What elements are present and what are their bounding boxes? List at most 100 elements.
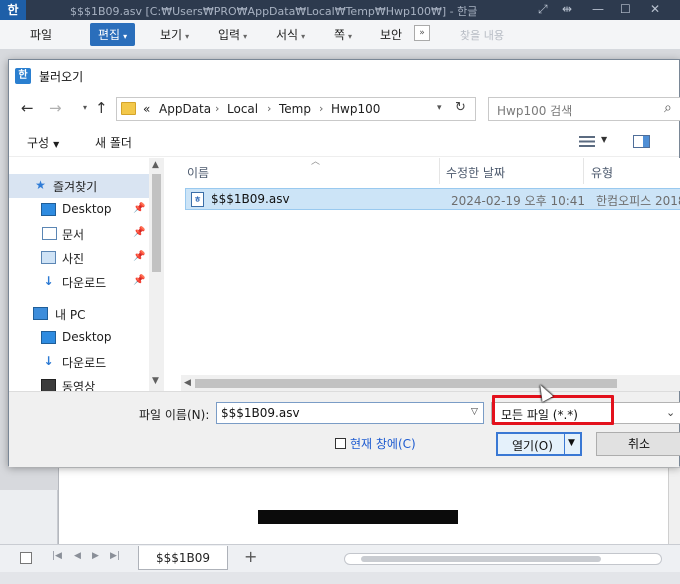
sidebar-item-label: 동영상 bbox=[62, 380, 96, 391]
document-tab[interactable]: $$$1B09 bbox=[138, 546, 228, 570]
sidebar-item-label: 다운로드 bbox=[62, 356, 107, 370]
scroll-left-icon[interactable]: ◀ bbox=[184, 378, 191, 388]
chevron-right-icon[interactable]: › bbox=[319, 102, 323, 115]
menu-edit[interactable]: 편집 ▾ bbox=[90, 23, 136, 46]
menu-file[interactable]: 파일 bbox=[30, 26, 52, 43]
current-window-checkbox[interactable] bbox=[335, 438, 346, 449]
open-options-caret-icon[interactable]: ▼ bbox=[568, 438, 575, 448]
document-content-block bbox=[258, 510, 458, 524]
breadcrumb-appdata[interactable]: AppData bbox=[159, 102, 211, 116]
menubar: 파일 편집 ▾ 보기 ▾ 입력 ▾ 서식 ▾ 쪽 ▾ 보안 » 찾을 내용 bbox=[0, 20, 680, 50]
document-horizontal-scrollbar[interactable] bbox=[344, 553, 662, 565]
menu-format[interactable]: 서식 ▾ bbox=[276, 26, 305, 43]
back-arrow-icon[interactable]: ← bbox=[21, 99, 34, 117]
download-icon: ↓ bbox=[43, 274, 54, 288]
address-history-chevron-icon[interactable]: ▾ bbox=[437, 103, 442, 113]
chevron-down-icon[interactable]: ⌄ bbox=[666, 406, 675, 419]
current-window-label[interactable]: 현재 창에(C) bbox=[350, 435, 416, 452]
menu-view[interactable]: 보기 ▾ bbox=[160, 26, 189, 43]
breadcrumb-local[interactable]: Local bbox=[227, 102, 258, 116]
scroll-thumb[interactable] bbox=[195, 379, 617, 388]
up-arrow-icon[interactable]: ↑ bbox=[95, 99, 108, 117]
menu-security[interactable]: 보안 bbox=[380, 26, 402, 43]
pin-icon: 📌 bbox=[133, 251, 146, 262]
statusbar bbox=[0, 572, 680, 584]
filename-value: $$$1B09.asv bbox=[221, 406, 300, 420]
hangul-logo-icon[interactable]: 한 bbox=[0, 0, 26, 20]
sidebar-item-downloads[interactable]: ↓ 다운로드 📌 bbox=[9, 270, 149, 294]
column-header-type[interactable]: 유형 bbox=[591, 164, 613, 181]
filename-input[interactable]: $$$1B09.asv ▽ bbox=[216, 402, 484, 424]
navigation-row: ← → ▾ ↑ « AppData › Local › Temp › Hwp10… bbox=[9, 93, 680, 125]
sidebar-item-label: 즐겨찾기 bbox=[53, 180, 98, 194]
chevron-right-icon[interactable]: › bbox=[215, 102, 219, 115]
column-divider[interactable] bbox=[583, 158, 584, 184]
view-options-icon[interactable] bbox=[579, 136, 595, 147]
layout-icon[interactable]: ⇹ bbox=[562, 2, 572, 16]
filename-label: 파일 이름(N): bbox=[139, 408, 210, 422]
sidebar-item-label: 사진 bbox=[62, 252, 85, 266]
tab-toggle-checkbox[interactable] bbox=[20, 552, 32, 564]
column-header-modified[interactable]: 수정한 날짜 bbox=[446, 164, 505, 181]
breadcrumb-overflow[interactable]: « bbox=[143, 102, 150, 116]
file-name: $$$1B09.asv bbox=[211, 192, 290, 206]
pictures-icon bbox=[41, 251, 56, 264]
sheet-tabbar: |◀ ◀ ▶ ▶| $$$1B09 + bbox=[0, 544, 680, 572]
chevron-down-icon: ▾ bbox=[348, 32, 353, 41]
search-icon[interactable]: ⌕ bbox=[664, 100, 672, 116]
open-button[interactable]: 열기(O) ▼ bbox=[496, 432, 582, 456]
prev-tab-icon[interactable]: ◀ bbox=[74, 551, 81, 561]
sidebar-item-videos[interactable]: 동영상 bbox=[9, 374, 149, 391]
chevron-right-icon[interactable]: › bbox=[267, 102, 271, 115]
file-row[interactable]: ㅎ $$$1B09.asv 2024-02-19 오후 10:41 한컴오피스 … bbox=[185, 188, 680, 210]
sidebar-item-this-pc[interactable]: 내 PC bbox=[9, 302, 149, 326]
chevron-down-icon[interactable]: ▼ bbox=[601, 135, 607, 144]
refresh-icon[interactable]: ↻ bbox=[455, 100, 466, 115]
scroll-thumb[interactable] bbox=[152, 174, 161, 272]
sidebar-item-desktop[interactable]: Desktop 📌 bbox=[9, 198, 149, 222]
file-type: 한컴오피스 2018 bbox=[596, 194, 680, 208]
new-folder-button[interactable]: 새 폴더 bbox=[95, 134, 132, 151]
scroll-up-icon[interactable]: ▲ bbox=[152, 160, 159, 170]
menu-page[interactable]: 쪽 ▾ bbox=[334, 26, 352, 43]
cancel-button[interactable]: 취소 bbox=[596, 432, 680, 456]
breadcrumb-temp[interactable]: Temp bbox=[279, 102, 311, 116]
chevron-down-icon[interactable]: ▽ bbox=[471, 407, 478, 417]
scroll-thumb[interactable] bbox=[361, 556, 601, 562]
minimize-icon[interactable]: — bbox=[592, 2, 604, 16]
search-input[interactable]: Hwp100 검색 ⌕ bbox=[488, 97, 680, 121]
menu-insert[interactable]: 입력 ▾ bbox=[218, 26, 247, 43]
navigation-scrollbar[interactable]: ▲ ▼ bbox=[149, 158, 164, 391]
column-divider[interactable] bbox=[439, 158, 440, 184]
recent-locations-chevron-icon[interactable]: ▾ bbox=[83, 103, 87, 112]
maximize-icon[interactable]: ☐ bbox=[620, 2, 631, 16]
more-menu-button[interactable]: » bbox=[414, 25, 430, 41]
hangul-app-icon: 한 bbox=[15, 68, 31, 84]
next-tab-icon[interactable]: ▶ bbox=[92, 551, 99, 561]
pin-icon: 📌 bbox=[133, 275, 146, 286]
forward-arrow-icon[interactable]: → bbox=[49, 99, 62, 117]
organize-button[interactable]: 구성 ▼ bbox=[27, 134, 59, 151]
sidebar-item-pictures[interactable]: 사진 📌 bbox=[9, 246, 149, 270]
first-tab-icon[interactable]: |◀ bbox=[52, 551, 62, 561]
last-tab-icon[interactable]: ▶| bbox=[110, 551, 120, 561]
menu-page-label: 쪽 bbox=[334, 28, 346, 42]
address-bar[interactable]: « AppData › Local › Temp › Hwp100 ▾ ↻ bbox=[116, 97, 476, 121]
sort-ascending-icon: ︿ bbox=[311, 157, 321, 167]
split-divider bbox=[564, 434, 565, 454]
breadcrumb-hwp100[interactable]: Hwp100 bbox=[331, 102, 380, 116]
sidebar-item-pc-downloads[interactable]: ↓ 다운로드 bbox=[9, 350, 149, 374]
sidebar-item-documents[interactable]: 문서 📌 bbox=[9, 222, 149, 246]
column-header-name[interactable]: 이름 bbox=[187, 164, 209, 181]
close-icon[interactable]: ✕ bbox=[650, 2, 660, 16]
scroll-down-icon[interactable]: ▼ bbox=[152, 376, 159, 386]
preview-pane-icon[interactable] bbox=[633, 135, 650, 148]
sidebar-item-pc-desktop[interactable]: Desktop bbox=[9, 326, 149, 350]
dialog-toolbar: 구성 ▼ 새 폴더 ▼ bbox=[9, 127, 679, 157]
window-title: $$$1B09.asv [C:₩Users₩PRO₩AppData₩Local₩… bbox=[70, 5, 478, 18]
sidebar-item-favorites[interactable]: ★ 즐겨찾기 bbox=[9, 174, 149, 198]
chevron-down-icon: ▾ bbox=[123, 32, 128, 41]
add-tab-icon[interactable]: + bbox=[244, 547, 257, 566]
file-list-horizontal-scrollbar[interactable]: ◀ bbox=[181, 375, 680, 391]
restore-icon[interactable]: ⤢ bbox=[538, 2, 548, 17]
